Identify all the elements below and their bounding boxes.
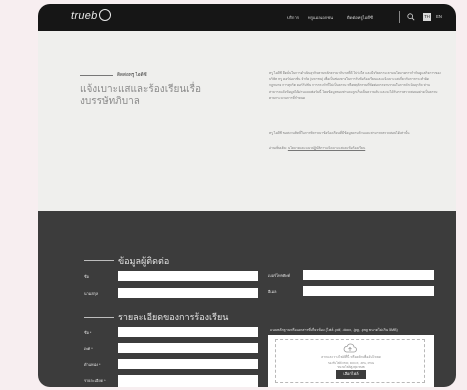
complaint-name-label: ชื่อ * (84, 331, 92, 335)
phone-label: เบอร์โทรศัพท์ (268, 274, 291, 278)
notice-paragraph: ทรู ไอดีซี ขอสงวนสิทธิ์ในการพิจารณาข้อร้… (269, 131, 410, 135)
nav-item-services[interactable]: บริการ (287, 14, 299, 21)
details-textarea[interactable] (118, 375, 258, 387)
brand-logo[interactable]: trueb (71, 9, 111, 22)
nav-item-contact[interactable]: ติดต่อทรูไอดีซี (347, 14, 373, 21)
intro-paragraph: ทรู ไอดีซี ยึดมั่นในการดำเนินธุรกิจตามหล… (269, 71, 441, 100)
position-input[interactable] (118, 359, 258, 369)
gender-label: เพศ * (84, 347, 93, 351)
nav-divider (399, 11, 400, 23)
lang-th-button[interactable]: TH (423, 13, 431, 21)
email-label: อีเมล (268, 290, 277, 294)
position-label: ตำแหน่ง * (84, 363, 101, 367)
kicker-rule (80, 75, 113, 76)
complaint-section-title: รายละเอียดของการร้องเรียน (118, 312, 229, 322)
nav-item-true-private[interactable]: ทรูแอลเอกชน (308, 14, 333, 21)
last-name-label: นามสกุล (84, 292, 99, 296)
file-dropzone[interactable]: ลากและวางไฟล์ที่นี่ หรือคลิกเพื่ออัปโหลด… (268, 335, 434, 387)
cloud-upload-icon (343, 343, 357, 353)
contact-section-rule (84, 260, 114, 261)
policy-link[interactable]: นโยบายและแนวปฏิบัติการแจ้งเบาะแสและข้อร้… (288, 146, 365, 150)
first-name-input[interactable] (118, 271, 258, 281)
logo-ring-icon (98, 9, 111, 22)
drop-instructions: ลากและวางไฟล์ที่นี่ หรือคลิกเพื่ออัปโหลด (321, 355, 381, 359)
logo-text: trueb (71, 10, 98, 22)
page-frame: trueb บริการ ทรูแอลเอกชน ติดต่อทรูไอดีซี… (38, 4, 456, 387)
upload-label: แนบหลักฐานหรือเอกสารที่เกี่ยวข้อง (ไฟล์ … (270, 328, 398, 332)
phone-input[interactable] (303, 270, 434, 280)
top-nav-bar: trueb บริการ ทรูแอลเอกชน ติดต่อทรูไอดีซี… (38, 4, 456, 31)
complaint-section-rule (84, 317, 114, 318)
read-more-label: อ่านเพิ่มเติม: (269, 146, 288, 150)
gender-input[interactable] (118, 343, 258, 353)
contact-section-title: ข้อมูลผู้ติดต่อ (118, 256, 170, 266)
email-input[interactable] (303, 286, 434, 296)
last-name-input[interactable] (118, 288, 258, 298)
dropzone-border: ลากและวางไฟล์ที่นี่ หรือคลิกเพื่ออัปโหลด… (275, 339, 425, 383)
first-name-label: ชื่อ (84, 275, 89, 279)
choose-file-button[interactable]: เลือกไฟล์ (336, 370, 366, 379)
page-title: แจ้งเบาะแสและร้องเรียนเรื่องบรรษัทภิบาล (80, 84, 201, 107)
details-label: รายละเอียด * (84, 379, 106, 383)
lang-en-button[interactable]: EN (434, 13, 444, 21)
search-icon[interactable] (407, 13, 415, 21)
read-more-line: อ่านเพิ่มเติม: นโยบายและแนวปฏิบัติการแจ้… (269, 145, 441, 152)
page-kicker: ติดต่อทรู ไอดีซี (117, 72, 147, 77)
complaint-name-input[interactable] (118, 327, 258, 337)
